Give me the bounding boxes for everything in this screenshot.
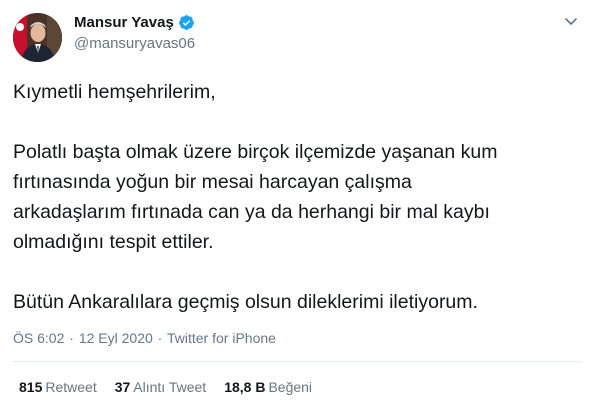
tweet-line: Kıymetli hemşehrilerim,	[13, 81, 216, 103]
meta-separator: ·	[157, 330, 163, 346]
tweet-text: Kıymetli hemşehrilerim, Polatlı başta ol…	[13, 77, 583, 317]
retweets-label: Retweet	[45, 379, 97, 395]
retweets-stat[interactable]: 815 Retweet	[19, 379, 97, 395]
tweet-line: Polatlı başta olmak üzere birçok ilçemiz…	[13, 141, 498, 163]
quotes-stat[interactable]: 37 Alıntı Tweet	[115, 379, 206, 395]
tweet-line: olmadığını tespit ettiler.	[13, 231, 214, 253]
tweet-time[interactable]: ÖS 6:02	[13, 330, 64, 346]
tweet-line: arkadaşlarım fırtınada can ya da herhang…	[13, 201, 490, 223]
tweet-line: fırtınasında yoğun bir mesai harcayan ça…	[13, 171, 412, 193]
author-name-row[interactable]: Mansur Yavaş	[74, 14, 195, 31]
quotes-label: Alıntı Tweet	[133, 379, 207, 395]
tweet-line: Bütün Ankaralılara geçmiş olsun dilekler…	[13, 291, 478, 313]
likes-label: Beğeni	[268, 379, 313, 395]
retweets-count: 815	[19, 379, 43, 395]
tweet-stats: 815 Retweet 37 Alıntı Tweet 18,8 B Beğeni	[19, 379, 330, 395]
divider	[13, 361, 582, 362]
tweet-date[interactable]: 12 Eyl 2020	[79, 330, 153, 346]
quotes-count: 37	[114, 379, 131, 395]
meta-separator: ·	[69, 330, 74, 346]
tweet-meta: ÖS 6:02 · 12 Eyl 2020 · Twitter for iPho…	[13, 330, 276, 346]
likes-count: 18,8 B	[224, 379, 266, 395]
likes-stat[interactable]: 18,8 B Beğeni	[224, 379, 312, 395]
verified-badge-icon	[178, 14, 195, 31]
tweet-source[interactable]: Twitter for iPhone	[167, 330, 276, 346]
author-handle[interactable]: @mansuryavas06	[74, 35, 195, 52]
author-display-name[interactable]: Mansur Yavaş	[74, 14, 174, 31]
chevron-down-icon[interactable]	[563, 13, 579, 29]
avatar[interactable]	[13, 13, 62, 62]
tweet-card: Mansur Yavaş @mansuryavas06 Kıymetli hem…	[0, 0, 595, 412]
